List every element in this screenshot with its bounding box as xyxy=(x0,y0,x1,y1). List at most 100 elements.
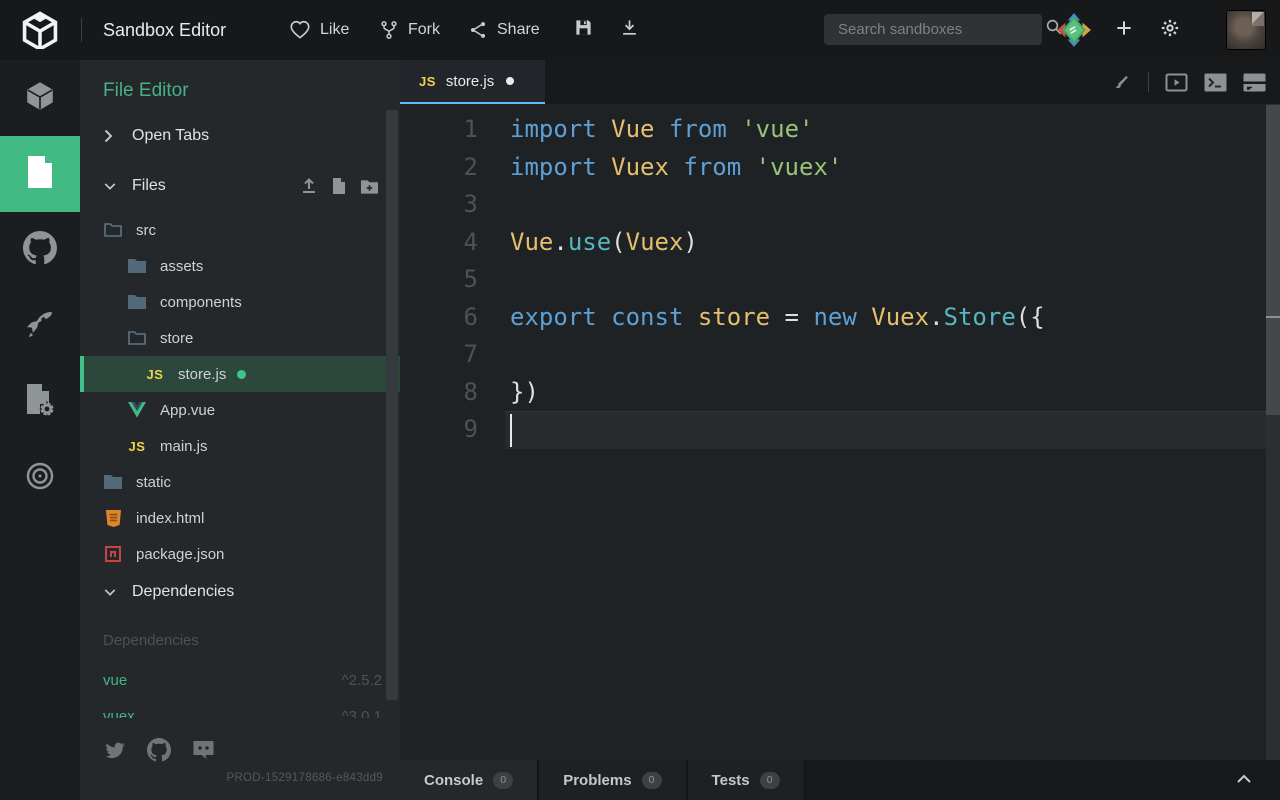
console-view-icon[interactable] xyxy=(1204,73,1227,92)
panel-tab-count-badge: 0 xyxy=(493,772,513,789)
page-title: Sandbox Editor xyxy=(103,0,226,60)
share-icon xyxy=(468,19,488,41)
code-line-1: import Vue from 'vue' xyxy=(510,111,1260,149)
code-line-5 xyxy=(510,261,1260,299)
tree-item-label: index.html xyxy=(136,510,204,527)
rail-item-sandbox-config[interactable] xyxy=(0,364,80,440)
panel-tab-tests[interactable]: Tests 0 xyxy=(688,760,806,800)
tree-file-App.vue[interactable]: App.vue xyxy=(80,392,400,428)
text-cursor xyxy=(510,414,512,447)
js-icon: JS xyxy=(127,439,147,454)
dependency-name[interactable]: vue xyxy=(103,672,127,689)
editor-scrollbar-thumb[interactable] xyxy=(1266,105,1280,415)
panel-tab-label: Tests xyxy=(712,772,750,789)
download-button[interactable] xyxy=(620,0,639,60)
code-editor[interactable]: 123456789 import Vue from 'vue'import Vu… xyxy=(400,104,1280,760)
editor-scrollbar-track[interactable] xyxy=(1266,104,1280,760)
dependency-vue: vue ^2.5.2 xyxy=(80,662,400,698)
tree-file-package.json[interactable]: package.json xyxy=(80,536,400,572)
tree-folder-components[interactable]: components xyxy=(80,284,400,320)
panel-tab-count-badge: 0 xyxy=(642,772,662,789)
code-line-7 xyxy=(510,336,1260,374)
github-icon xyxy=(23,231,57,270)
code-line-3 xyxy=(510,186,1260,224)
sandbox-config-icon xyxy=(25,384,55,421)
download-icon xyxy=(620,18,639,42)
tree-item-label: src xyxy=(136,222,156,239)
tree-file-index.html[interactable]: index.html xyxy=(80,500,400,536)
rail-item-deployment-rocket[interactable] xyxy=(0,288,80,364)
chevron-right-icon xyxy=(104,129,116,143)
toolbar-divider xyxy=(1148,72,1149,92)
file-tree: srcassetscomponentsstoreJSstore.jsApp.vu… xyxy=(80,212,400,572)
code-line-9 xyxy=(510,411,1260,449)
modified-dot-icon xyxy=(237,370,246,379)
tree-item-label: main.js xyxy=(160,438,208,455)
chevron-down-icon xyxy=(104,588,116,597)
bottom-panel-tabbar: Console0Problems0 Tests 0 xyxy=(400,760,1280,800)
header-divider xyxy=(81,18,82,42)
html-icon xyxy=(103,510,123,527)
rail-item-file-explorer[interactable] xyxy=(0,136,80,212)
save-button[interactable] xyxy=(574,0,593,60)
dependency-version: ^2.5.2 xyxy=(342,672,382,689)
upload-file-icon[interactable] xyxy=(301,178,317,194)
new-folder-icon[interactable] xyxy=(361,179,378,194)
dependencies-sub-label: Dependencies xyxy=(103,632,199,649)
fork-button[interactable]: Fork xyxy=(379,0,440,60)
live-broadcast-icon xyxy=(24,460,56,497)
open-tabs-section[interactable]: Open Tabs xyxy=(80,122,400,150)
panel-tab-problems[interactable]: Problems0 xyxy=(539,760,687,800)
browser-preview-icon[interactable] xyxy=(1165,73,1188,92)
folder-icon xyxy=(127,259,147,273)
chevron-down-icon xyxy=(104,182,116,191)
tree-file-store.js[interactable]: JSstore.js xyxy=(80,356,400,392)
twitter-icon[interactable] xyxy=(103,739,127,761)
line-numbers: 123456789 xyxy=(400,111,478,449)
deployment-rocket-icon xyxy=(24,308,56,345)
sidebar-footer: PROD-1529178686-e843dd9 xyxy=(80,718,400,800)
patron-badge-icon[interactable] xyxy=(1056,0,1092,60)
tree-folder-src[interactable]: src xyxy=(80,212,400,248)
like-button[interactable]: Like xyxy=(289,0,349,60)
plus-icon xyxy=(1114,18,1134,43)
prettify-brush-icon[interactable] xyxy=(1112,72,1132,92)
new-sandbox-button[interactable] xyxy=(1114,0,1134,60)
tree-file-main.js[interactable]: JS main.js xyxy=(80,428,400,464)
tab-store-js[interactable]: JS store.js xyxy=(400,60,545,104)
split-layout-icon[interactable] xyxy=(1243,73,1266,92)
panel-tab-count-badge: 0 xyxy=(760,772,780,789)
new-file-icon[interactable] xyxy=(332,178,346,194)
rail-item-project-cube[interactable] xyxy=(0,60,80,136)
sidebar-scrollbar[interactable] xyxy=(386,110,398,700)
code-content: import Vue from 'vue'import Vuex from 'v… xyxy=(510,111,1260,449)
discord-icon[interactable] xyxy=(191,739,216,761)
tree-folder-assets[interactable]: assets xyxy=(80,248,400,284)
tree-item-label: components xyxy=(160,294,242,311)
user-avatar[interactable] xyxy=(1226,10,1266,50)
share-button[interactable]: Share xyxy=(468,0,540,60)
project-cube-icon xyxy=(23,79,57,118)
github-icon[interactable] xyxy=(147,738,171,762)
settings-button[interactable] xyxy=(1160,0,1180,60)
tree-item-label: store.js xyxy=(178,366,226,383)
floppy-icon xyxy=(574,18,593,42)
codesandbox-logo-icon[interactable] xyxy=(21,11,59,49)
files-section[interactable]: Files xyxy=(80,172,400,200)
panel-expand-button[interactable] xyxy=(1236,772,1252,786)
sidebar: File Editor Open Tabs Files srcassetscom… xyxy=(80,60,400,800)
tree-folder-store[interactable]: store xyxy=(80,320,400,356)
search-box xyxy=(824,14,1042,45)
heart-icon xyxy=(289,19,311,41)
rail-item-live-broadcast[interactable] xyxy=(0,440,80,516)
tree-item-label: package.json xyxy=(136,546,224,563)
panel-tab-console[interactable]: Console0 xyxy=(400,760,539,800)
tree-folder-static[interactable]: static xyxy=(80,464,400,500)
code-line-6: export const store = new Vuex.Store({ xyxy=(510,299,1260,337)
code-line-2: import Vuex from 'vuex' xyxy=(510,149,1260,187)
dependencies-section[interactable]: Dependencies xyxy=(80,578,400,606)
folder-icon xyxy=(103,475,123,489)
code-line-4: Vue.use(Vuex) xyxy=(510,224,1260,262)
search-input[interactable] xyxy=(824,21,1045,38)
rail-item-github[interactable] xyxy=(0,212,80,288)
